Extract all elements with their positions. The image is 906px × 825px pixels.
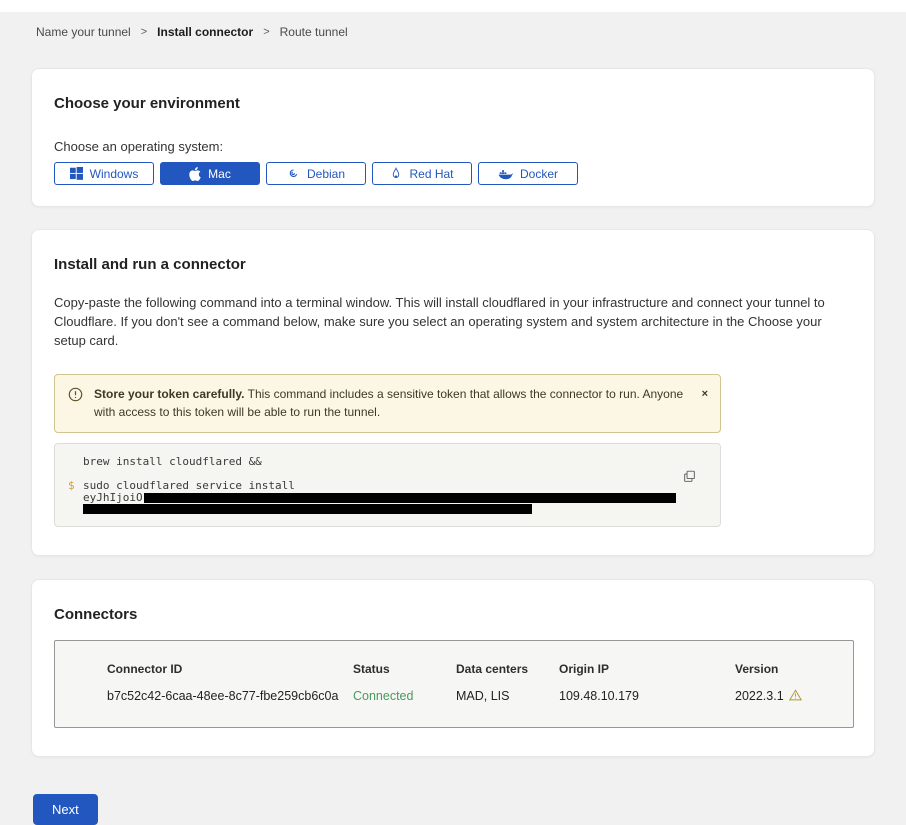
- redacted-token-bar: [83, 504, 532, 514]
- os-button-redhat[interactable]: Red Hat: [372, 162, 472, 185]
- apple-icon: [189, 167, 201, 181]
- connectors-table: Connector ID Status Data centers Origin …: [54, 640, 854, 728]
- connectors-card: Connectors Connector ID Status Data cent…: [31, 579, 875, 757]
- windows-icon: [70, 167, 83, 180]
- redacted-token-bar: [144, 493, 676, 503]
- col-data-centers: Data centers: [456, 662, 559, 676]
- os-button-label: Mac: [208, 167, 231, 181]
- data-centers-value: MAD, LIS: [456, 689, 559, 704]
- breadcrumb-install-connector[interactable]: Install connector: [157, 25, 253, 39]
- os-button-label: Docker: [520, 167, 558, 181]
- os-button-label: Debian: [307, 167, 345, 181]
- command-text: sudo cloudflared service install: [83, 479, 295, 492]
- command-line-1: brew install cloudflared &&: [55, 455, 680, 468]
- version-value: 2022.3.1: [735, 689, 853, 704]
- copy-icon[interactable]: [683, 470, 696, 486]
- col-status: Status: [353, 662, 456, 676]
- alert-circle-icon: [68, 387, 83, 422]
- breadcrumb: Name your tunnel > Install connector > R…: [0, 12, 906, 39]
- table-header-row: Connector ID Status Data centers Origin …: [107, 662, 853, 676]
- breadcrumb-name-your-tunnel[interactable]: Name your tunnel: [36, 25, 131, 39]
- command-line-2: $ sudo cloudflared service install: [55, 479, 680, 492]
- shell-prompt: $: [68, 479, 75, 492]
- os-select-label: Choose an operating system:: [54, 139, 852, 154]
- os-button-group: Windows Mac Debian Red Hat Docker: [54, 162, 852, 185]
- token-warning-lead: Store your token carefully.: [94, 387, 245, 401]
- top-white-bar: [0, 0, 906, 12]
- docker-icon: [498, 168, 513, 180]
- col-version: Version: [735, 662, 853, 676]
- token-prefix: eyJhIjoiO: [83, 491, 143, 504]
- token-warning-banner: Store your token carefully. This command…: [54, 374, 721, 433]
- os-button-windows[interactable]: Windows: [54, 162, 154, 185]
- breadcrumb-separator: >: [263, 26, 269, 38]
- warning-triangle-icon: [789, 689, 802, 704]
- next-button[interactable]: Next: [33, 794, 98, 825]
- environment-card-title: Choose your environment: [54, 95, 852, 112]
- install-card-title: Install and run a connector: [54, 256, 852, 273]
- install-description: Copy-paste the following command into a …: [54, 294, 850, 351]
- breadcrumb-route-tunnel[interactable]: Route tunnel: [280, 25, 348, 39]
- connectors-card-title: Connectors: [54, 606, 852, 623]
- token-warning-text: Store your token carefully. This command…: [94, 385, 686, 422]
- os-button-label: Red Hat: [409, 167, 453, 181]
- os-button-mac[interactable]: Mac: [160, 162, 260, 185]
- status-badge: Connected: [353, 689, 456, 704]
- col-connector-id: Connector ID: [107, 662, 353, 676]
- environment-card: Choose your environment Choose an operat…: [31, 68, 875, 207]
- connector-id-value: b7c52c42-6caa-48ee-8c77-fbe259cb6c0a: [107, 689, 353, 704]
- origin-ip-value: 109.48.10.179: [559, 689, 735, 704]
- close-icon[interactable]: ×: [702, 389, 708, 400]
- token-line: eyJhIjoiO: [55, 493, 680, 503]
- redhat-icon: [390, 167, 402, 180]
- install-command-block: brew install cloudflared && $ sudo cloud…: [54, 443, 721, 527]
- table-row: b7c52c42-6caa-48ee-8c77-fbe259cb6c0a Con…: [107, 689, 853, 704]
- os-button-docker[interactable]: Docker: [478, 162, 578, 185]
- breadcrumb-separator: >: [141, 26, 147, 38]
- install-connector-card: Install and run a connector Copy-paste t…: [31, 229, 875, 556]
- os-button-debian[interactable]: Debian: [266, 162, 366, 185]
- version-number: 2022.3.1: [735, 689, 784, 703]
- debian-icon: [287, 167, 300, 180]
- os-button-label: Windows: [90, 167, 139, 181]
- col-origin-ip: Origin IP: [559, 662, 735, 676]
